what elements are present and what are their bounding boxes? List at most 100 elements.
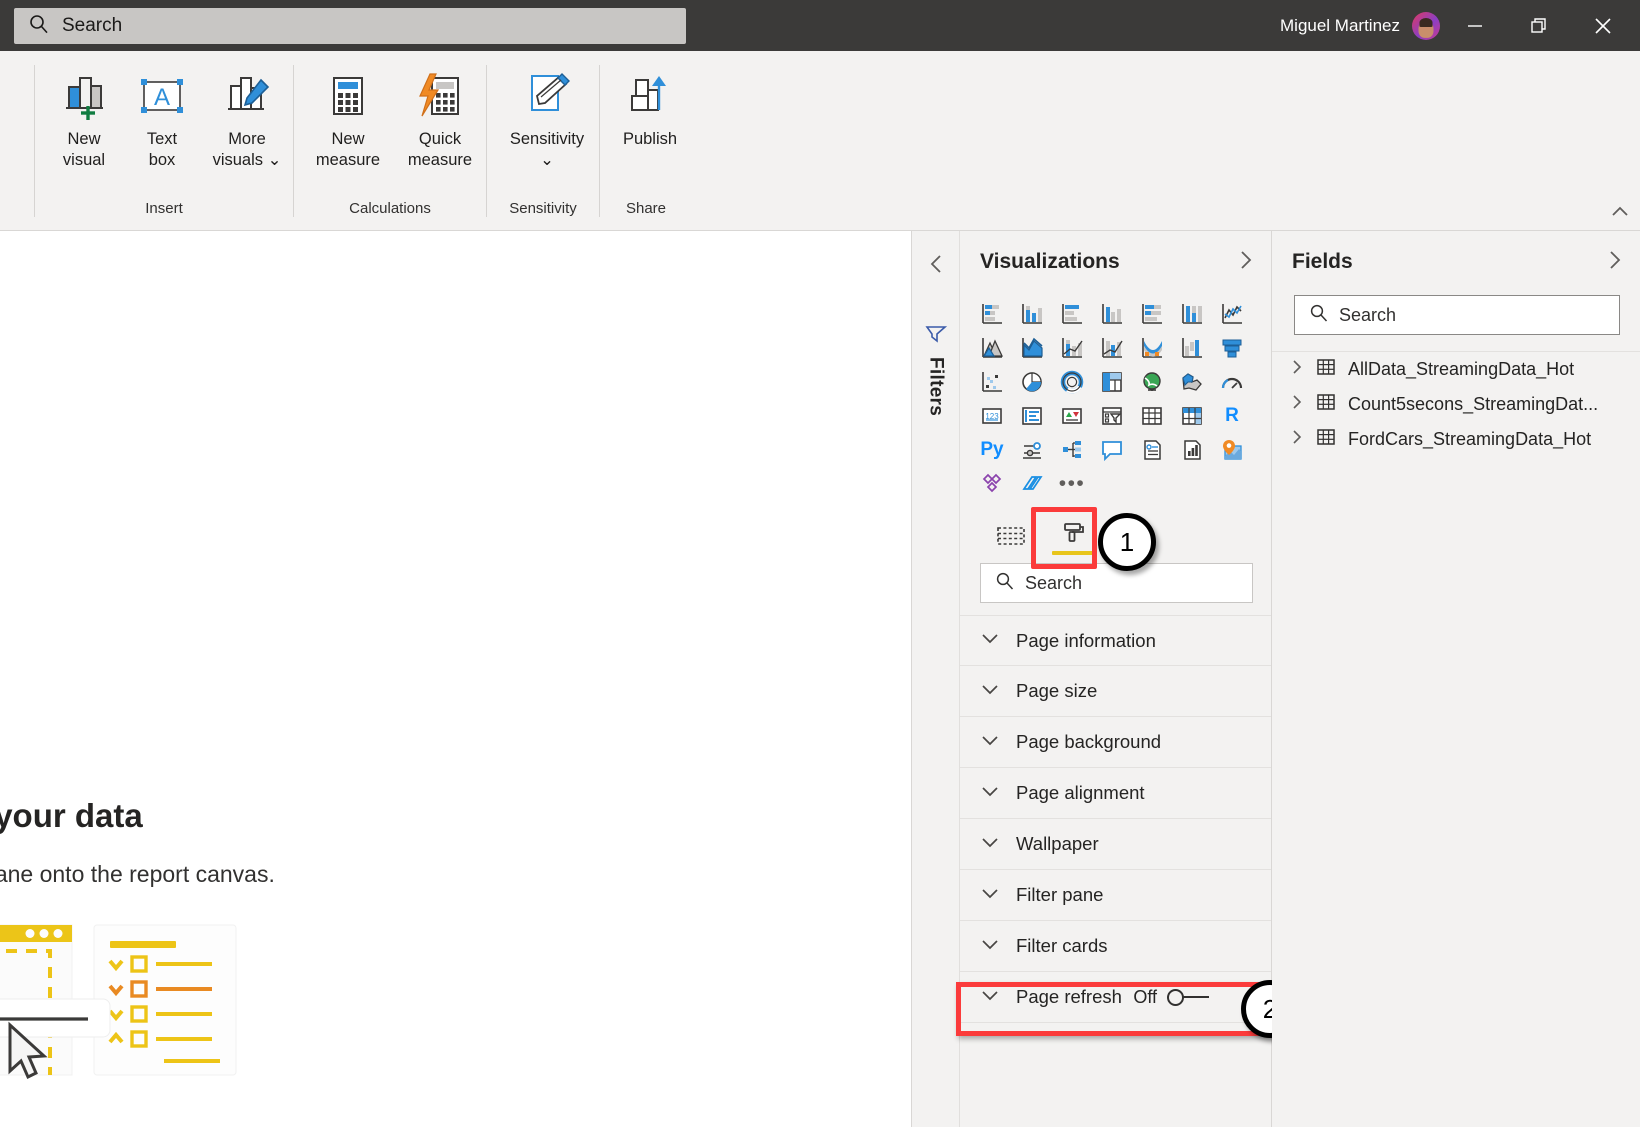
treemap-icon[interactable] (1092, 365, 1132, 399)
page-refresh-toggle[interactable] (1167, 989, 1209, 1005)
svg-text:A: A (154, 84, 170, 111)
100-stacked-column-chart-icon[interactable] (1172, 297, 1212, 331)
format-section-page-size[interactable]: Page size (960, 666, 1271, 717)
avatar[interactable] (1412, 12, 1440, 40)
stacked-column-chart-icon[interactable] (1012, 297, 1052, 331)
power-apps-icon[interactable] (1172, 433, 1212, 467)
field-table-name: Count5secons_StreamingDat... (1348, 394, 1598, 415)
kpi-icon[interactable] (1052, 399, 1092, 433)
format-section-label: Page information (1016, 630, 1156, 652)
azure-map-icon[interactable] (1012, 467, 1052, 501)
format-section-page-information[interactable]: Page information (960, 615, 1271, 666)
chevron-right-icon[interactable] (1290, 393, 1304, 416)
toggle-knob[interactable] (1167, 989, 1184, 1006)
clustered-column-chart-icon[interactable] (1092, 297, 1132, 331)
fields-search-input[interactable]: Search (1294, 295, 1620, 335)
text-box-button[interactable]: A Text box (123, 65, 201, 171)
ribbon-group-share-label: Share (600, 199, 692, 227)
key-influencers-icon[interactable] (1052, 433, 1092, 467)
more-visuals-button[interactable]: More visuals ⌄ (201, 65, 293, 171)
format-section-filter-pane[interactable]: Filter pane (960, 870, 1271, 921)
sensitivity-button[interactable]: Sensitivity ⌄ (495, 65, 599, 171)
matrix-icon[interactable] (1172, 399, 1212, 433)
format-section-wallpaper[interactable]: Wallpaper (960, 819, 1271, 870)
table-icon[interactable] (1132, 399, 1172, 433)
fields-pane: Fields Search AllData_StreamingData_Hot (1272, 231, 1640, 1127)
chevron-right-icon[interactable] (1237, 249, 1255, 276)
stacked-bar-chart-icon[interactable] (972, 297, 1012, 331)
chevron-right-icon[interactable] (1290, 358, 1304, 381)
callout-1: 1 (1098, 513, 1156, 571)
new-measure-button[interactable]: New measure (302, 65, 394, 171)
close-button[interactable] (1572, 0, 1634, 51)
restore-button[interactable] (1508, 0, 1570, 51)
page-refresh-toggle-group[interactable]: Off (1133, 987, 1209, 1008)
text-box-icon: A (136, 65, 188, 127)
line-and-clustered-column-chart-icon[interactable] (1092, 331, 1132, 365)
format-tab[interactable] (1044, 515, 1102, 557)
more-options-icon[interactable]: ••• (1052, 467, 1092, 501)
100-stacked-bar-chart-icon[interactable] (1132, 297, 1172, 331)
area-chart-icon[interactable] (972, 331, 1012, 365)
chevron-right-icon[interactable] (1290, 428, 1304, 451)
publish-button[interactable]: Publish (608, 65, 692, 150)
scatter-chart-icon[interactable] (972, 365, 1012, 399)
q-and-a-icon[interactable] (1092, 433, 1132, 467)
donut-chart-icon[interactable] (1052, 365, 1092, 399)
page-refresh-row[interactable]: Page refresh Off (960, 972, 1271, 1023)
py-script-visual-icon[interactable]: Py (972, 433, 1012, 467)
arcgis-maps-icon[interactable] (1212, 433, 1252, 467)
format-section-page-alignment[interactable]: Page alignment (960, 768, 1271, 819)
line-chart-icon[interactable] (1212, 297, 1252, 331)
filters-rail[interactable]: Filters (912, 231, 960, 1127)
search-icon (995, 571, 1015, 596)
publish-icon (624, 65, 676, 127)
format-section-filter-cards[interactable]: Filter cards (960, 921, 1271, 972)
paginated-report-icon[interactable] (1132, 433, 1172, 467)
empty-canvas-illustration (0, 921, 252, 1091)
line-and-stacked-column-chart-icon[interactable] (1052, 331, 1092, 365)
list-item[interactable]: AllData_StreamingData_Hot (1272, 352, 1640, 387)
card-icon[interactable]: 123 (972, 399, 1012, 433)
format-search-placeholder: Search (1025, 573, 1082, 594)
pie-chart-icon[interactable] (1012, 365, 1052, 399)
visual-type-gallery[interactable]: 123 R Py ••• (960, 293, 1271, 501)
text-box-label: Text box (147, 129, 177, 171)
ribbon-chart-icon[interactable] (1132, 331, 1172, 365)
funnel-chart-icon[interactable] (1212, 331, 1252, 365)
canvas-subtext: e Fields pane onto the report canvas. (0, 861, 275, 888)
format-section-label: Page size (1016, 680, 1097, 702)
report-canvas[interactable]: als with your data e Fields pane onto th… (0, 231, 912, 1127)
ribbon-group-sensitivity: Sensitivity ⌄ Sensitivity (487, 51, 599, 229)
minimize-button[interactable] (1444, 0, 1506, 51)
list-item[interactable]: Count5secons_StreamingDat... (1272, 387, 1640, 422)
quick-measure-icon (414, 65, 466, 127)
map-icon[interactable] (1132, 365, 1172, 399)
py-glyph: Py (980, 439, 1003, 461)
chevron-left-icon[interactable] (927, 253, 945, 280)
user-account-area[interactable]: Miguel Martinez (1280, 0, 1440, 51)
new-visual-button[interactable]: New visual (45, 65, 123, 171)
waterfall-chart-icon[interactable] (1172, 331, 1212, 365)
user-name-label: Miguel Martinez (1280, 16, 1400, 36)
gauge-icon[interactable] (1212, 365, 1252, 399)
decomposition-tree-icon[interactable] (1012, 433, 1052, 467)
multi-row-card-icon[interactable] (1012, 399, 1052, 433)
chevron-right-icon[interactable] (1606, 249, 1624, 276)
chevron-up-icon[interactable] (1610, 205, 1630, 224)
list-item[interactable]: FordCars_StreamingData_Hot (1272, 422, 1640, 457)
chevron-down-icon (980, 835, 1000, 854)
power-automate-icon[interactable] (972, 467, 1012, 501)
new-measure-icon (322, 65, 374, 127)
format-section-page-background[interactable]: Page background (960, 717, 1271, 768)
global-search-input[interactable]: Search (14, 8, 686, 44)
filter-funnel-icon[interactable] (924, 322, 948, 349)
quick-measure-button[interactable]: Quick measure (394, 65, 486, 171)
r-script-visual-icon[interactable]: R (1212, 399, 1252, 433)
stacked-area-chart-icon[interactable] (1012, 331, 1052, 365)
slicer-icon[interactable] (1092, 399, 1132, 433)
fields-tab[interactable] (982, 515, 1040, 557)
clustered-bar-chart-icon[interactable] (1052, 297, 1092, 331)
filled-map-icon[interactable] (1172, 365, 1212, 399)
new-measure-label: New measure (316, 129, 380, 171)
